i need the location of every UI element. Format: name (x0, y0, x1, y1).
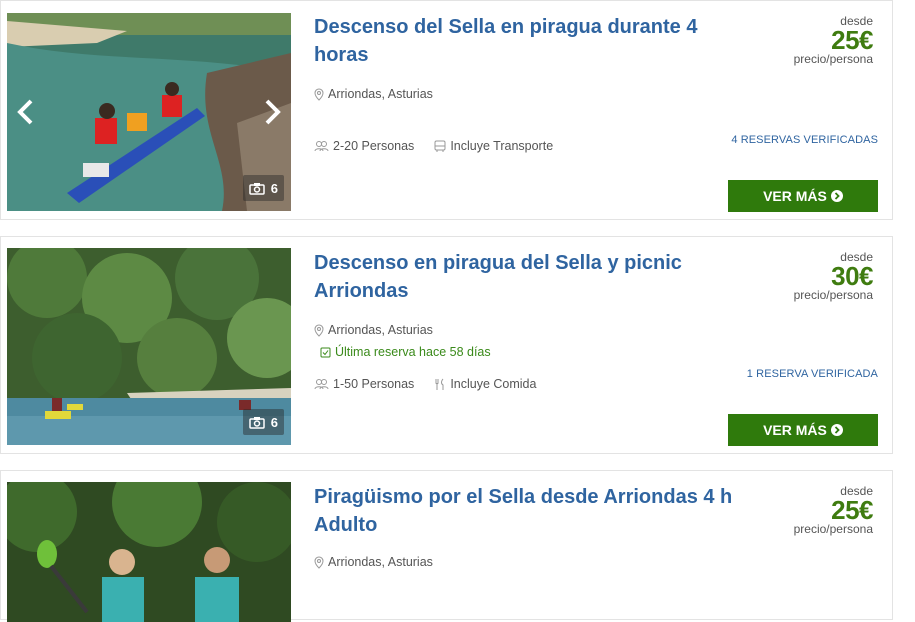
price-per-label: precio/persona (793, 288, 873, 302)
photo-count: 6 (270, 414, 278, 430)
photo-count-badge[interactable]: 6 (242, 175, 284, 201)
location: Arriondas, Asturias (314, 555, 433, 569)
location: Arriondas, Asturias (314, 87, 433, 101)
listing-photo[interactable]: 6 (7, 13, 291, 211)
next-photo-button[interactable] (261, 98, 283, 126)
listing-title[interactable]: Descenso del Sella en piragua durante 4 … (314, 13, 734, 69)
listing-card: 6 Descenso en piragua del Sella y picnic… (0, 236, 893, 454)
prev-photo-button[interactable] (15, 98, 37, 126)
verified-bookings[interactable]: 1 RESERVA VERIFICADA (747, 368, 878, 380)
chevron-right-icon (265, 99, 281, 125)
features: 1-50 Personas Incluye Comida (314, 377, 536, 391)
price: 25€ (831, 25, 873, 55)
price-per-label: precio/persona (793, 522, 873, 536)
price-block: desde 25€ precio/persona (793, 15, 874, 66)
price: 25€ (831, 495, 873, 525)
persons-feature: 1-50 Personas (314, 377, 414, 391)
map-pin-icon (314, 555, 324, 569)
listing-card: Piragüismo por el Sella desde Arriondas … (0, 470, 893, 622)
calendar-check-icon (320, 347, 331, 357)
transport-feature: Incluye Transporte (434, 139, 553, 153)
listing-title[interactable]: Descenso en piragua del Sella y picnic A… (314, 249, 734, 305)
listing-card: 6 Descenso del Sella en piragua durante … (0, 0, 893, 220)
price-block: desde 30€ precio/persona (793, 251, 874, 302)
photo-count: 6 (270, 180, 278, 196)
location-text: Arriondas, Asturias (328, 555, 433, 569)
features: 2-20 Personas Incluye Transporte (314, 139, 553, 153)
persons-feature: 2-20 Personas (314, 139, 414, 153)
kayakers-photo (7, 482, 291, 622)
group-icon (314, 141, 329, 152)
price-per-label: precio/persona (793, 52, 873, 66)
camera-icon (249, 416, 265, 429)
last-booking-text: Última reserva hace 58 días (335, 345, 491, 359)
chevron-circle-icon (830, 190, 843, 202)
photo-count-badge[interactable]: 6 (242, 409, 284, 435)
see-more-button[interactable]: VER MÁS (728, 414, 878, 446)
see-more-label: VER MÁS (763, 188, 827, 204)
last-booking: Última reserva hace 58 días (320, 345, 491, 359)
transport-text: Incluye Transporte (450, 139, 554, 153)
price: 30€ (831, 261, 873, 291)
bus-icon (434, 140, 446, 152)
food-feature: Incluye Comida (434, 377, 536, 391)
see-more-label: VER MÁS (763, 422, 827, 438)
listing-photo[interactable]: 6 (7, 248, 291, 445)
camera-icon (249, 182, 265, 195)
location: Arriondas, Asturias (314, 323, 433, 337)
listing-photo[interactable] (7, 482, 291, 622)
chevron-circle-icon (830, 424, 843, 436)
verified-bookings[interactable]: 4 RESERVAS VERIFICADAS (731, 134, 878, 146)
food-text: Incluye Comida (450, 377, 537, 391)
map-pin-icon (314, 87, 324, 101)
price-block: desde 25€ precio/persona (793, 485, 874, 536)
group-icon (314, 379, 329, 390)
listing-title[interactable]: Piragüismo por el Sella desde Arriondas … (314, 483, 734, 539)
location-text: Arriondas, Asturias (328, 323, 433, 337)
persons-text: 1-50 Personas (333, 377, 415, 391)
location-text: Arriondas, Asturias (328, 87, 433, 101)
cutlery-icon (435, 378, 444, 390)
map-pin-icon (314, 323, 324, 337)
chevron-left-icon (17, 99, 33, 125)
see-more-button[interactable]: VER MÁS (728, 180, 878, 212)
persons-text: 2-20 Personas (333, 139, 415, 153)
